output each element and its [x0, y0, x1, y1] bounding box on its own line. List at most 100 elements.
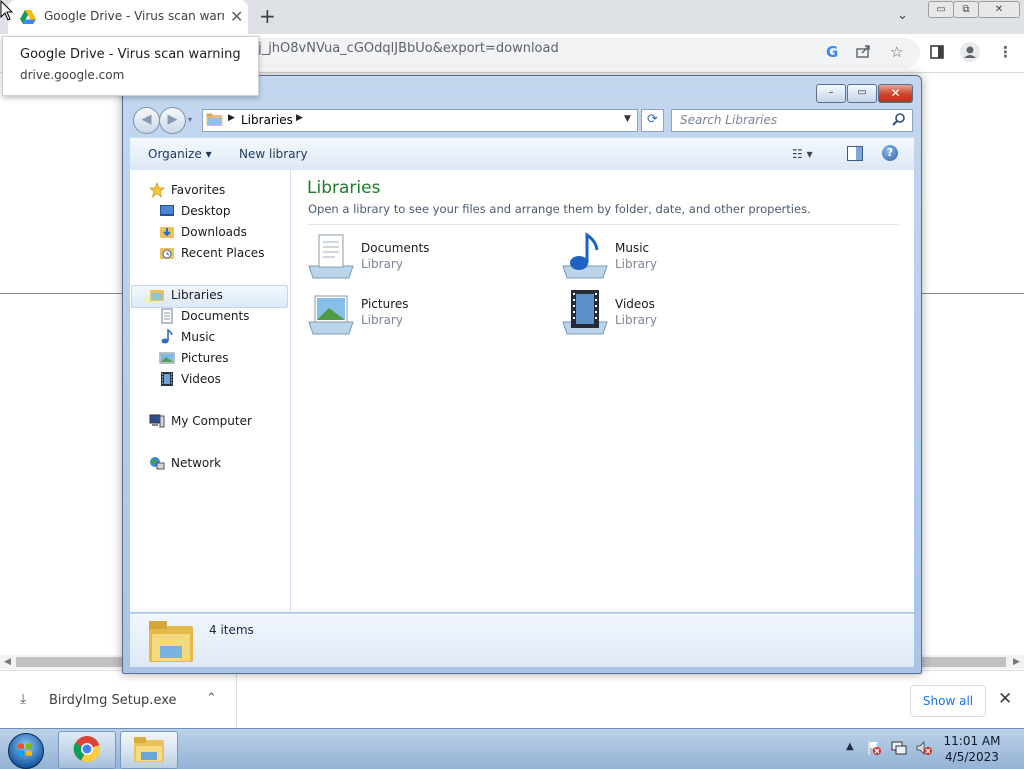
recent-pages-chevron-icon[interactable]: ▾: [188, 115, 192, 124]
help-icon[interactable]: ?: [882, 145, 898, 161]
chrome-menu-icon[interactable]: ⋮: [998, 43, 1013, 61]
download-shelf: ⤓ BirdyImg Setup.exe ⌃ Show all ✕: [0, 670, 1024, 729]
tab-title: Google Drive - Virus scan warnin: [44, 9, 224, 23]
videos-film-icon: [161, 372, 173, 386]
tooltip-title: Google Drive - Virus scan warning: [20, 47, 241, 62]
libraries-content-pane: Libraries Open a library to see your fil…: [291, 170, 914, 612]
download-file-name[interactable]: BirdyImg Setup.exe: [49, 693, 177, 708]
change-view-button[interactable]: ☷ ▾: [792, 147, 813, 161]
taskbar-explorer-button[interactable]: [120, 731, 178, 769]
network-status-icon[interactable]: [891, 740, 907, 756]
music-note-icon: [161, 329, 173, 344]
scroll-left-icon[interactable]: ◀: [4, 657, 11, 667]
library-type: Library: [361, 313, 403, 327]
downloads-folder-icon: [160, 227, 174, 238]
bookmark-star-icon[interactable]: ☆: [890, 43, 903, 61]
download-item[interactable]: ⤓ BirdyImg Setup.exe ⌃: [0, 671, 237, 729]
volume-muted-icon[interactable]: [916, 740, 932, 756]
favorites-star-icon: [149, 182, 165, 198]
chrome-tab-strip: Google Drive - Virus scan warnin ✕ + ⌄ ▭…: [0, 0, 1024, 34]
libraries-large-folder-icon: [149, 621, 193, 662]
refresh-icon[interactable]: ⟳: [641, 109, 664, 132]
libraries-heading: Libraries: [307, 178, 381, 198]
show-all-downloads-button[interactable]: Show all: [910, 685, 986, 717]
preview-pane-icon[interactable]: [847, 146, 863, 161]
start-button[interactable]: [3, 731, 47, 769]
minimize-window-button[interactable]: –: [816, 84, 846, 103]
restore-browser-button[interactable]: ⧉: [953, 1, 979, 18]
download-file-icon: ⤓: [20, 691, 27, 707]
library-type: Library: [615, 257, 657, 271]
address-history-chevron-icon[interactable]: ▼: [624, 114, 631, 124]
tab-search-chevron-icon[interactable]: ⌄: [897, 8, 908, 23]
nav-my-computer-label: My Computer: [171, 414, 252, 428]
browser-tab[interactable]: Google Drive - Virus scan warnin ✕: [8, 0, 248, 34]
share-icon[interactable]: [856, 44, 872, 58]
new-library-button[interactable]: New library: [239, 147, 308, 161]
libraries-description: Open a library to see your files and arr…: [308, 202, 811, 216]
mouse-cursor-icon: [0, 0, 14, 21]
explorer-address-bar[interactable]: ▶ Libraries ▶ ▼: [202, 109, 638, 132]
clock-time: 11:01 AM: [943, 734, 1001, 748]
back-arrow-icon[interactable]: ◀: [133, 107, 160, 134]
command-bar: Organize ▾ New library ☷ ▾ ?: [130, 137, 914, 171]
library-type: Library: [361, 257, 403, 271]
google-lens-icon[interactable]: G: [826, 43, 838, 61]
show-hidden-icons-icon[interactable]: ▲: [846, 741, 854, 752]
music-library-icon: [562, 232, 608, 279]
documents-icon: [161, 308, 173, 324]
header-divider: [307, 224, 899, 225]
libraries-explorer-window[interactable]: – ▭ ✕ ◀ ▶ ▾ ▶ Libraries ▶ ▼ ⟳ Search Lib…: [122, 75, 922, 674]
videos-library-icon: [562, 290, 608, 335]
tab-hover-tooltip: Google Drive - Virus scan warning drive.…: [2, 36, 259, 96]
library-videos[interactable]: Videos Library: [561, 288, 771, 338]
library-name: Pictures: [361, 297, 409, 311]
library-name: Documents: [361, 241, 430, 255]
nav-downloads-label: Downloads: [181, 225, 247, 239]
breadcrumb-libraries[interactable]: Libraries: [241, 113, 293, 127]
system-clock[interactable]: 11:01 AM 4/5/2023: [936, 733, 1008, 765]
close-download-shelf-icon[interactable]: ✕: [998, 689, 1012, 709]
pictures-library-icon: [308, 295, 354, 335]
item-count: 4 items: [209, 623, 254, 637]
profile-avatar-icon[interactable]: [960, 42, 980, 62]
library-name: Videos: [615, 297, 655, 311]
scroll-right-icon[interactable]: ▶: [1013, 657, 1020, 667]
close-browser-button[interactable]: ✕: [978, 1, 1020, 18]
library-documents[interactable]: Documents Library: [307, 232, 517, 282]
explorer-search-box[interactable]: Search Libraries: [671, 109, 913, 132]
side-panel-icon[interactable]: [930, 45, 944, 59]
tab-close-icon[interactable]: ✕: [230, 7, 243, 26]
taskbar-chrome-button[interactable]: [58, 731, 116, 769]
breadcrumb-separator-icon[interactable]: ▶: [296, 113, 303, 123]
search-icon[interactable]: [892, 112, 906, 126]
navigation-buttons: ◀ ▶ ▾: [131, 107, 192, 135]
download-options-chevron-icon[interactable]: ⌃: [206, 691, 217, 706]
breadcrumb-separator-icon[interactable]: ▶: [228, 113, 235, 123]
google-drive-icon: [20, 10, 36, 24]
library-music[interactable]: Music Library: [561, 232, 771, 282]
nav-documents-label: Documents: [181, 309, 250, 323]
minimize-browser-button[interactable]: ▭: [928, 1, 954, 18]
library-pictures[interactable]: Pictures Library: [307, 288, 517, 338]
nav-network-label: Network: [171, 456, 222, 470]
library-type: Library: [615, 313, 657, 327]
action-center-flag-icon[interactable]: [866, 740, 882, 756]
new-tab-button[interactable]: +: [259, 4, 276, 28]
recent-places-icon: [160, 248, 174, 259]
close-window-button[interactable]: ✕: [878, 84, 913, 103]
maximize-window-button[interactable]: ▭: [847, 84, 877, 103]
nav-music-label: Music: [181, 330, 216, 344]
search-placeholder: Search Libraries: [680, 113, 778, 127]
navigation-pane: Favorites Desktop Downloads Recent Place…: [130, 170, 291, 612]
libraries-folder-icon: [206, 113, 223, 126]
computer-icon: [149, 414, 165, 428]
forward-arrow-icon[interactable]: ▶: [159, 107, 186, 134]
organize-menu-button[interactable]: Organize ▾: [148, 147, 212, 161]
nav-videos-label: Videos: [181, 372, 221, 386]
tooltip-domain: drive.google.com: [20, 68, 125, 82]
libraries-icon: [150, 290, 164, 301]
pictures-icon: [159, 352, 175, 364]
explorer-folder-icon: [134, 737, 164, 762]
windows-taskbar: ▲ 11:01 AM 4/5/2023: [0, 728, 1024, 769]
